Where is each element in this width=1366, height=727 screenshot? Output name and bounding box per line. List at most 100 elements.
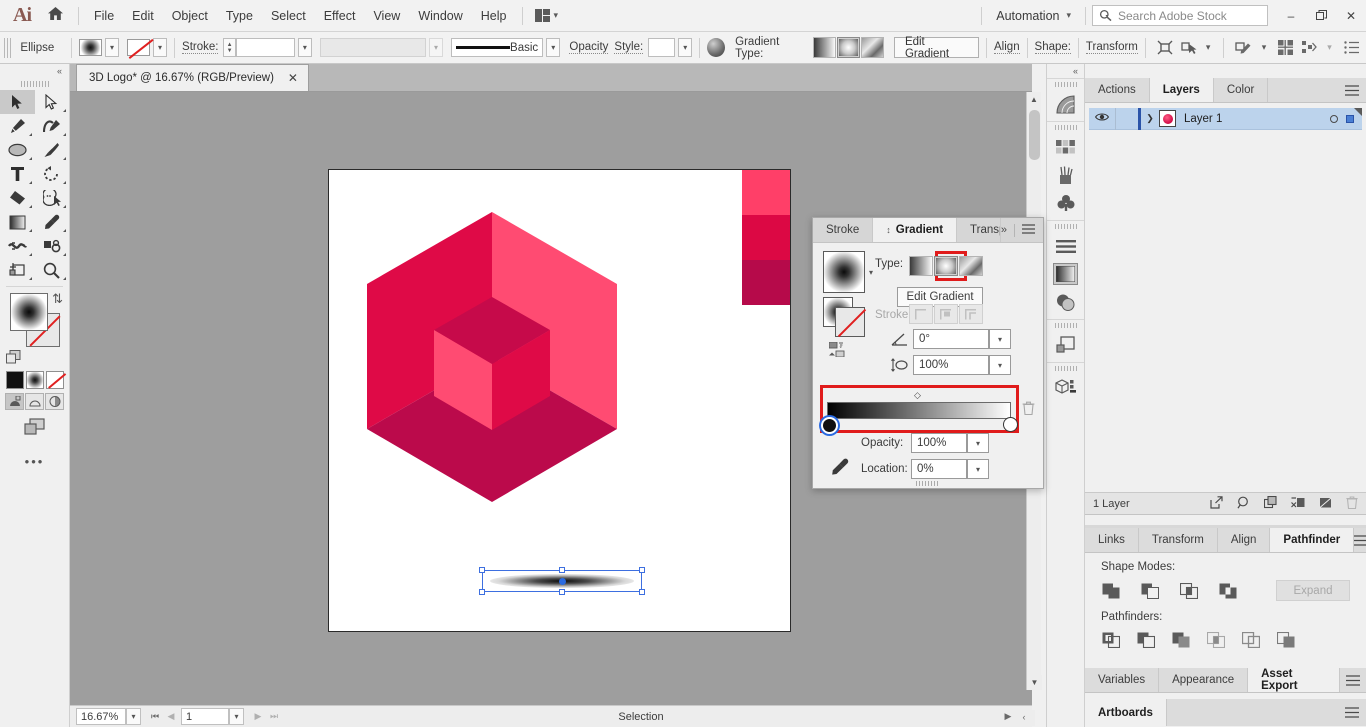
select-similar-icon[interactable] [1177, 40, 1200, 55]
type-tool[interactable] [0, 162, 35, 186]
align-button[interactable]: Align [994, 41, 1020, 54]
isolate-selection-icon[interactable] [1153, 40, 1177, 55]
chevron-down-icon[interactable]: ▾ [1206, 42, 1211, 53]
maximize-button[interactable] [1306, 0, 1336, 32]
panel-expand-icon[interactable]: » [1001, 224, 1007, 236]
graphic-style-swatch[interactable] [648, 38, 676, 57]
vertical-scroll-thumb[interactable] [1029, 110, 1040, 160]
graphic-style-dropdown[interactable]: ▾ [678, 38, 693, 57]
toolbar-grip[interactable] [0, 78, 69, 90]
brushes-icon[interactable] [1047, 161, 1084, 189]
brush-definition[interactable]: Basic [451, 38, 544, 57]
status-resize-grip[interactable]: ‹ [1016, 712, 1032, 722]
minimize-button[interactable]: – [1276, 0, 1306, 32]
color-mode-gradient-button[interactable] [25, 371, 44, 389]
gradient-stop-end[interactable] [1003, 417, 1018, 432]
gradient-angle-dropdown[interactable]: ▾ [989, 329, 1011, 349]
gradient-fill-preview[interactable] [823, 251, 865, 293]
selection-handle-br[interactable] [639, 589, 645, 595]
last-artboard-button[interactable]: ⏭ [266, 711, 282, 722]
opacity-label[interactable]: Opacity [569, 41, 609, 54]
gradient-center-point[interactable] [558, 577, 566, 585]
gradient-slider-ramp[interactable] [827, 402, 1011, 419]
3d-materials-icon[interactable] [1047, 374, 1084, 402]
eyedropper-tool[interactable] [35, 210, 70, 234]
menu-view[interactable]: View [364, 5, 409, 27]
artboard-number-input[interactable]: 1 [181, 708, 229, 725]
distribute-icon[interactable] [1299, 40, 1322, 55]
selection-handle-bl[interactable] [479, 589, 485, 595]
tab-appearance[interactable]: Appearance [1159, 668, 1249, 692]
tab-color[interactable]: Color [1214, 78, 1269, 102]
menu-edit[interactable]: Edit [123, 5, 163, 27]
tab-asset-export[interactable]: Asset Export [1248, 668, 1341, 692]
gradient-type-radial-button[interactable] [836, 37, 860, 58]
menu-window[interactable]: Window [409, 5, 471, 27]
panel-menu-icon[interactable] [1338, 699, 1366, 726]
stroke-dropdown[interactable]: ▾ [152, 38, 168, 57]
toolbar-collapse-button[interactable]: « [0, 64, 69, 78]
rotate-tool[interactable] [35, 162, 70, 186]
draw-normal-button[interactable] [5, 393, 24, 410]
gradient-angle-input[interactable]: 0° [913, 329, 989, 349]
artboards-icon[interactable] [1047, 331, 1084, 359]
chevron-right-icon[interactable]: ❯ [1141, 113, 1159, 124]
panel-menu-icon[interactable] [1022, 223, 1035, 237]
more-tools-button[interactable]: ••• [0, 454, 69, 469]
panel-menu-icon[interactable] [1338, 78, 1366, 102]
artboard[interactable] [328, 169, 791, 632]
scroll-up-icon[interactable]: ▲ [1027, 92, 1041, 107]
selected-shadow-object[interactable] [479, 567, 645, 595]
trim-icon[interactable] [1136, 630, 1155, 649]
swatches-icon[interactable] [1047, 133, 1084, 161]
previous-artboard-button[interactable]: ◀ [163, 711, 179, 722]
find-icon[interactable] [1237, 496, 1250, 512]
selection-handle-tr[interactable] [639, 567, 645, 573]
zoom-level-dropdown[interactable]: ▾ [126, 708, 141, 725]
tab-stroke[interactable]: Stroke [813, 218, 874, 242]
chevron-down-icon[interactable]: ▾ [1262, 42, 1267, 53]
gradient-aspect-dropdown[interactable]: ▾ [989, 355, 1011, 375]
dock-grip[interactable] [1047, 363, 1084, 374]
zoom-tool[interactable] [35, 258, 70, 282]
width-tool[interactable] [0, 234, 35, 258]
brush-dropdown[interactable]: ▾ [546, 38, 561, 57]
tab-variables[interactable]: Variables [1085, 668, 1160, 692]
dock-grip[interactable] [1047, 79, 1084, 90]
minus-front-icon[interactable] [1140, 581, 1159, 600]
tab-transparency[interactable]: Transparen [957, 218, 1001, 242]
stroke-swatch[interactable] [127, 39, 150, 56]
selection-handle-tc[interactable] [559, 567, 565, 573]
gradient-midpoint-diamond[interactable]: ◇ [914, 390, 921, 401]
swap-fill-stroke-icon[interactable]: ⇅ [52, 291, 63, 307]
shape-label[interactable]: Shape: [1034, 41, 1071, 54]
gradient-opacity-input[interactable]: 100% [911, 433, 967, 453]
align-lines-icon[interactable] [1047, 232, 1084, 260]
menu-file[interactable]: File [85, 5, 123, 27]
crop-icon[interactable] [1206, 630, 1225, 649]
merge-icon[interactable] [1171, 630, 1190, 649]
exclude-icon[interactable] [1218, 581, 1237, 600]
edit-gradient-button[interactable]: Edit Gradient [893, 36, 980, 60]
fill-swatch[interactable] [79, 39, 102, 56]
gradient-stroke-box[interactable] [835, 307, 867, 338]
close-icon[interactable]: ✕ [288, 71, 298, 85]
transform-button[interactable]: Transform [1085, 41, 1138, 54]
panel-menu-icon[interactable] [1340, 668, 1366, 692]
selection-square-icon[interactable] [1346, 114, 1354, 123]
automation-dropdown[interactable]: Automation ▾ [988, 6, 1079, 26]
tab-gradient[interactable]: ↕ Gradient [873, 218, 958, 242]
dock-grip[interactable] [1047, 320, 1084, 331]
tab-align[interactable]: Align [1218, 528, 1271, 552]
fill-dropdown[interactable]: ▾ [104, 38, 120, 57]
artboard-tool[interactable] [0, 258, 35, 282]
stroke-weight-input[interactable] [235, 38, 295, 57]
document-tab[interactable]: 3D Logo* @ 16.67% (RGB/Preview) ✕ [76, 64, 309, 91]
transparency-icon[interactable] [1047, 288, 1084, 316]
first-artboard-button[interactable]: ⏮ [147, 711, 163, 722]
layer-visibility-icon[interactable] [1089, 112, 1115, 125]
new-sublayer-icon[interactable] [1263, 495, 1277, 512]
default-fill-stroke-icon[interactable] [6, 350, 21, 367]
gradient-type-linear-button[interactable] [909, 256, 933, 276]
gradient-type-linear-button[interactable] [812, 37, 836, 58]
